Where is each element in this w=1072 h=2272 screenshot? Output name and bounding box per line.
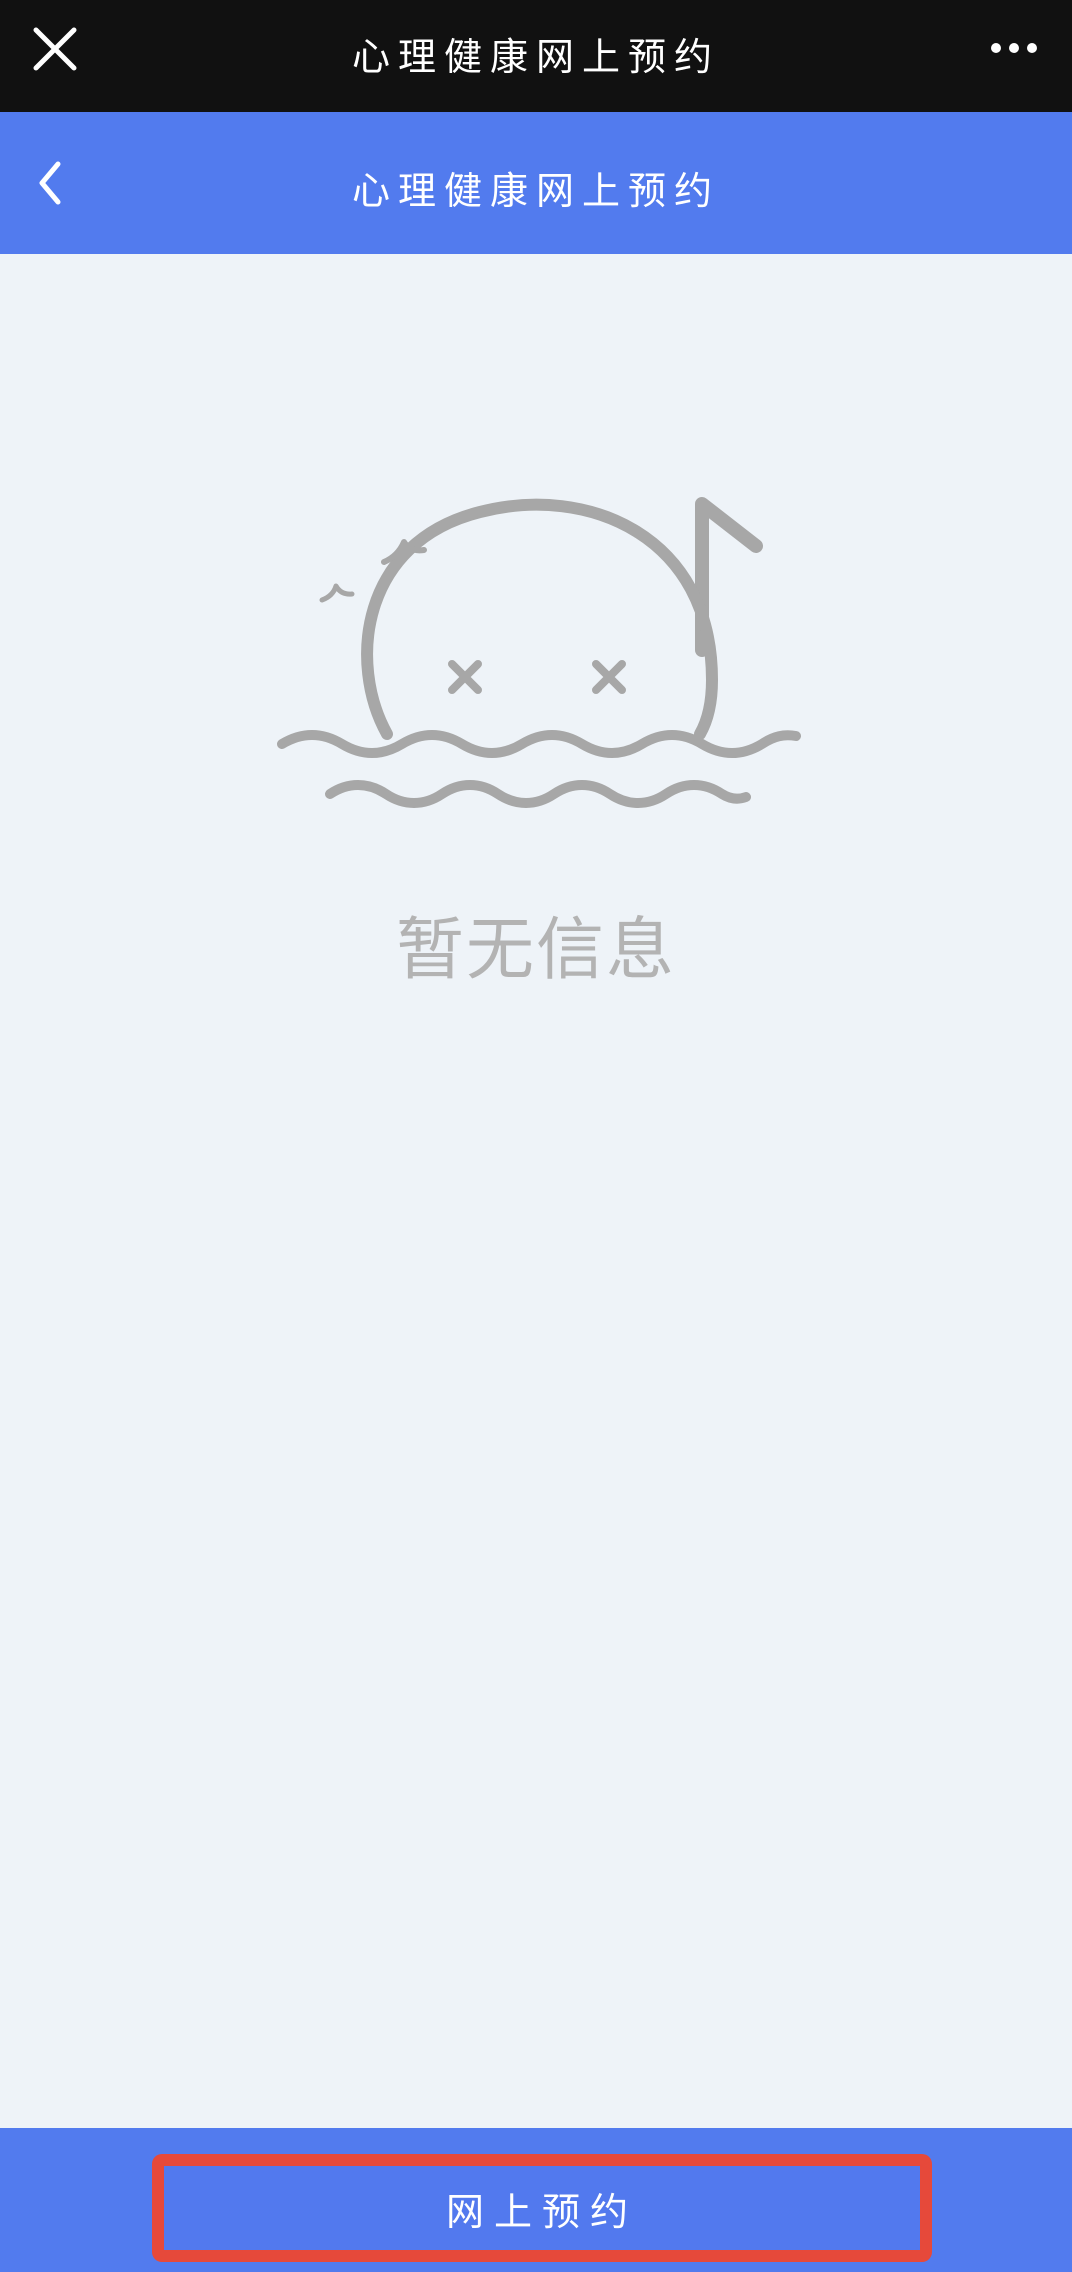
nav-bar: 心理健康网上预约 xyxy=(0,112,1072,254)
top-bar: 心理健康网上预约 xyxy=(0,0,1072,112)
more-icon[interactable] xyxy=(986,30,1042,66)
online-appointment-button[interactable]: 网上预约 xyxy=(152,2154,932,2262)
empty-state-illustration xyxy=(260,444,820,844)
top-bar-title: 心理健康网上预约 xyxy=(351,35,720,79)
bottom-bar: 网上预约 xyxy=(0,2128,1072,2272)
page-title: 心理健康网上预约 xyxy=(351,169,720,213)
empty-state-text: 暂无信息 xyxy=(395,911,676,990)
content-area: 暂无信息 xyxy=(0,254,1072,2128)
